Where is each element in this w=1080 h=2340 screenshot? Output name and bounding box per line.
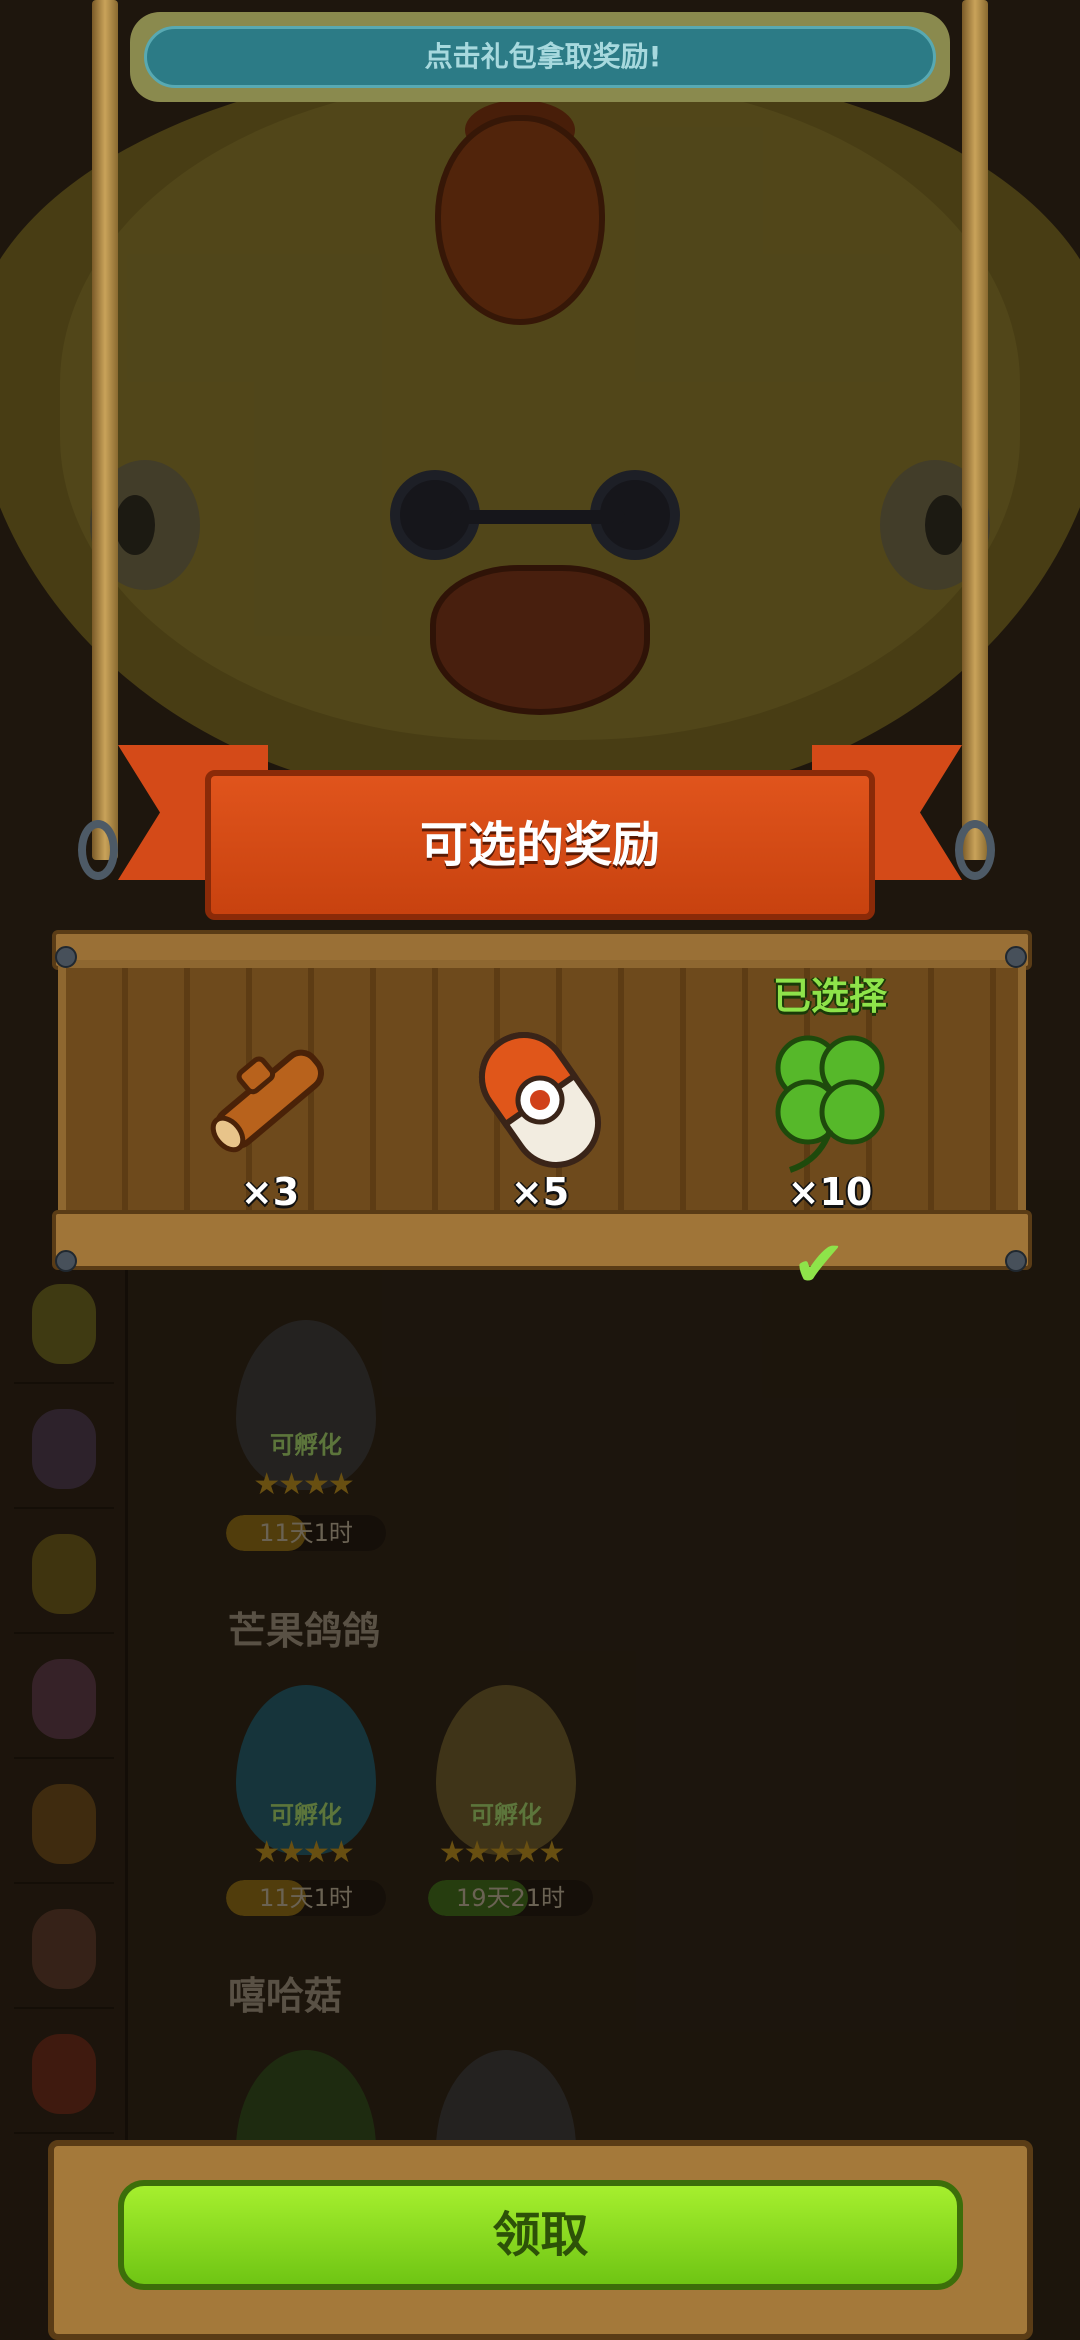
capsule-icon (478, 1032, 602, 1168)
reward-count: ×10 (787, 1170, 873, 1214)
checkmark-icon: ✔ (792, 1228, 846, 1302)
rope-right (962, 0, 988, 860)
rope-left (92, 0, 118, 860)
top-notice-text: 点击礼包拿取奖励! (424, 40, 662, 73)
four-leaf-clover-icon (775, 1035, 885, 1173)
claim-label: 领取 (492, 2207, 589, 2263)
bolt-icon (55, 1250, 77, 1272)
reward-count: ×3 (240, 1170, 300, 1214)
reward-option-wood[interactable]: ×3 (140, 1020, 400, 1240)
hook-right-icon (955, 820, 995, 880)
panel-title: 可选的奖励 (419, 817, 660, 873)
claim-button[interactable]: 领取 (118, 2180, 963, 2290)
bolt-icon (55, 946, 77, 968)
bolt-icon (1005, 946, 1027, 968)
reward-option-capsule[interactable]: ×5 (410, 1020, 670, 1240)
reward-count: ×5 (510, 1170, 570, 1214)
wood-log-icon (210, 1049, 324, 1153)
reward-option-clover[interactable]: ×10 (700, 1020, 960, 1240)
title-ribbon: 可选的奖励 (205, 770, 875, 920)
bolt-icon (1005, 1250, 1027, 1272)
selected-label: 已选择 (772, 974, 887, 1018)
hook-left-icon (78, 820, 118, 880)
top-notice-bar: 点击礼包拿取奖励! (130, 12, 950, 102)
